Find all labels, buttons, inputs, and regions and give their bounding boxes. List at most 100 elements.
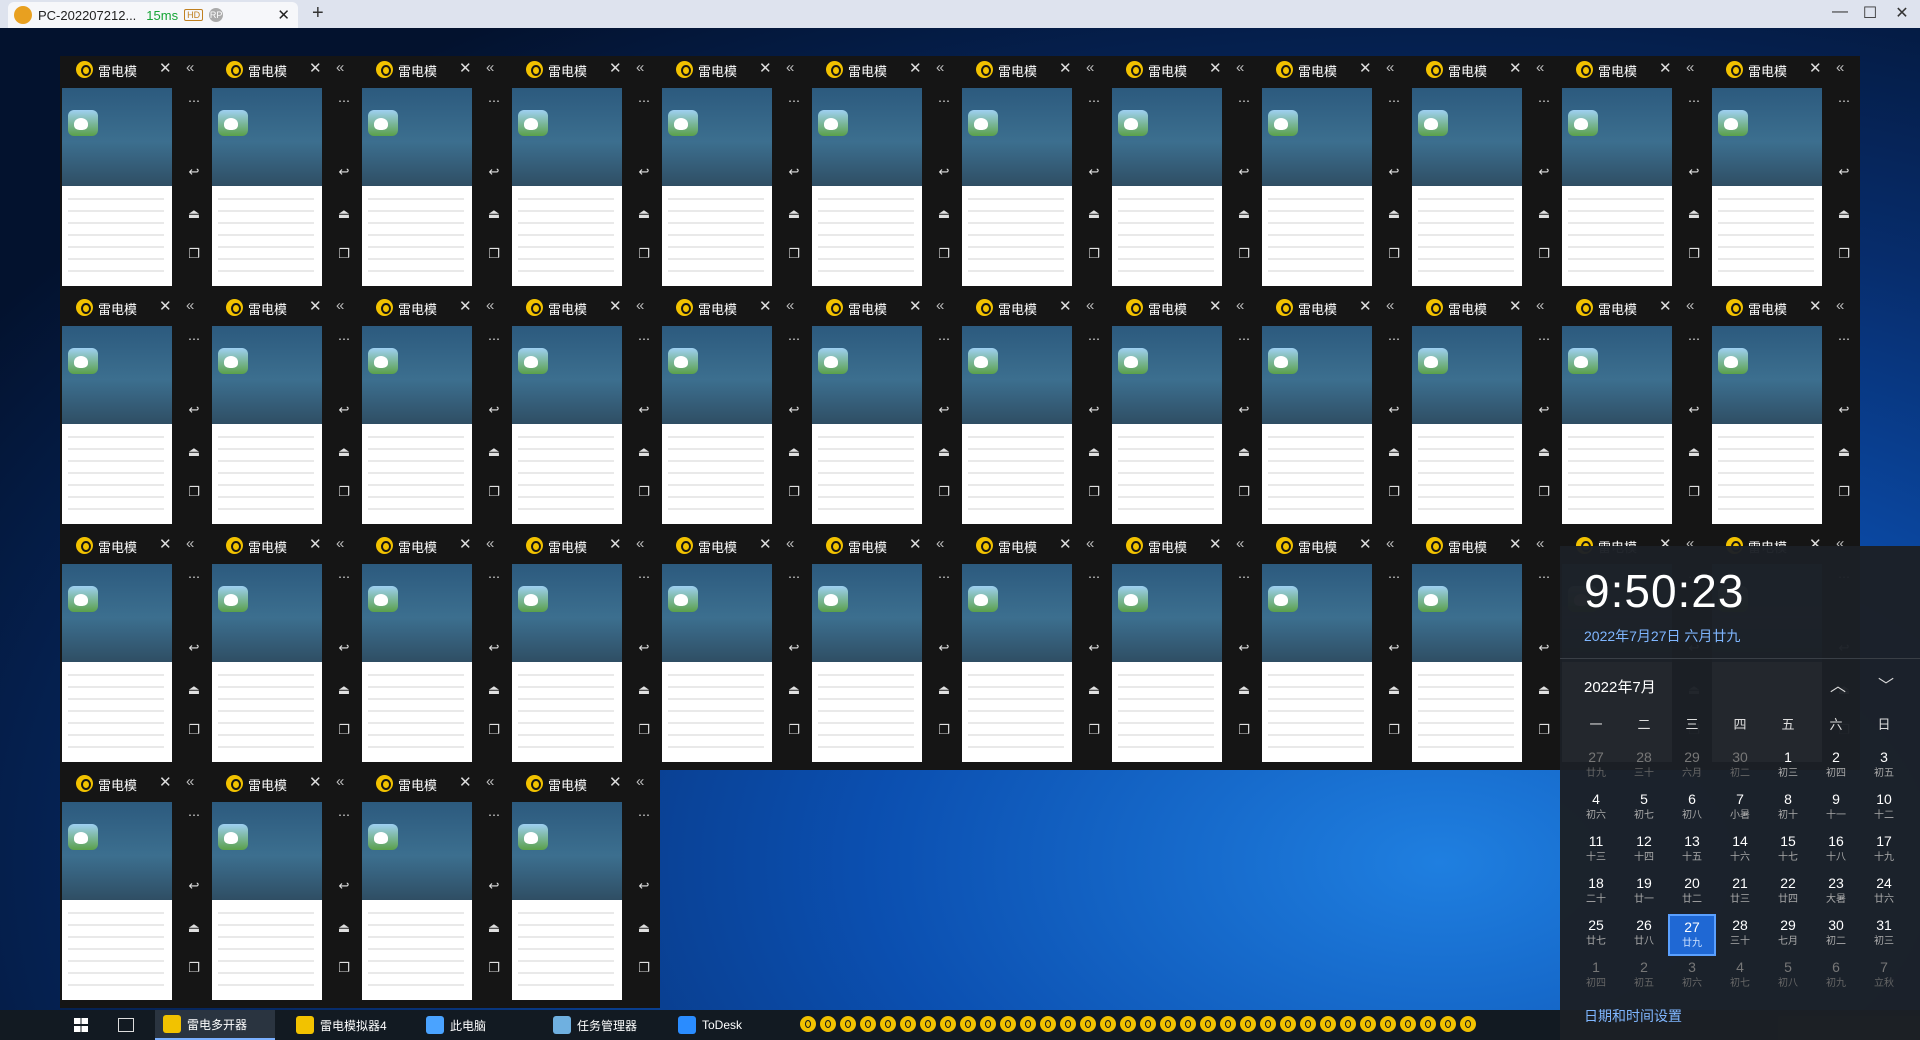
collapse-sidebar-icon[interactable]: «: [786, 535, 794, 552]
ldplayer-taskbar-icon[interactable]: [980, 1016, 996, 1032]
more-menu-icon[interactable]: ⋯: [632, 570, 656, 584]
more-menu-icon[interactable]: ⋯: [332, 808, 356, 822]
home-icon[interactable]: ⏏: [632, 444, 656, 460]
new-tab-button[interactable]: +: [312, 2, 324, 25]
collapse-sidebar-icon[interactable]: «: [186, 773, 194, 790]
collapse-sidebar-icon[interactable]: «: [1236, 59, 1244, 76]
calendar-day-today[interactable]: 27 廿九: [1668, 914, 1716, 956]
back-icon[interactable]: ↩: [782, 640, 806, 656]
more-menu-icon[interactable]: ⋯: [1682, 94, 1706, 108]
emulator-close-icon[interactable]: ✕: [459, 297, 472, 315]
emulator-window[interactable]: 雷电模 ✕ « ⋯ ↩ ⏏ ❐: [360, 770, 510, 1008]
ldplayer-taskbar-icon[interactable]: [1260, 1016, 1276, 1032]
back-icon[interactable]: ↩: [632, 878, 656, 894]
back-icon[interactable]: ↩: [332, 164, 356, 180]
collapse-sidebar-icon[interactable]: «: [486, 297, 494, 314]
emulator-titlebar[interactable]: 雷电模 ✕ «: [1710, 294, 1860, 320]
emulator-window[interactable]: 雷电模 ✕ « ⋯ ↩ ⏏ ❐: [510, 294, 660, 532]
home-icon[interactable]: ⏏: [1532, 444, 1556, 460]
emulator-titlebar[interactable]: 雷电模 ✕ «: [1110, 56, 1260, 82]
calendar-day[interactable]: 6 初八: [1668, 788, 1716, 830]
back-icon[interactable]: ↩: [932, 164, 956, 180]
collapse-sidebar-icon[interactable]: «: [1086, 297, 1094, 314]
ldplayer-taskbar-icon[interactable]: [860, 1016, 876, 1032]
emulator-window[interactable]: 雷电模 ✕ « ⋯ ↩ ⏏ ❐: [60, 532, 210, 770]
emulator-close-icon[interactable]: ✕: [309, 773, 322, 791]
calendar-day[interactable]: 7 立秋: [1860, 956, 1908, 998]
calendar-day[interactable]: 16 十八: [1812, 830, 1860, 872]
calendar-day[interactable]: 28 三十: [1620, 746, 1668, 788]
emulator-titlebar[interactable]: 雷电模 ✕ «: [960, 56, 1110, 82]
calendar-day[interactable]: 24 廿六: [1860, 872, 1908, 914]
back-icon[interactable]: ↩: [332, 402, 356, 418]
back-icon[interactable]: ↩: [482, 878, 506, 894]
recent-apps-icon[interactable]: ❐: [632, 484, 656, 500]
back-icon[interactable]: ↩: [1082, 164, 1106, 180]
collapse-sidebar-icon[interactable]: «: [1386, 59, 1394, 76]
ldplayer-taskbar-icon[interactable]: [900, 1016, 916, 1032]
emulator-close-icon[interactable]: ✕: [459, 773, 472, 791]
calendar-day[interactable]: 22 廿四: [1764, 872, 1812, 914]
home-icon[interactable]: ⏏: [932, 444, 956, 460]
back-icon[interactable]: ↩: [1832, 164, 1856, 180]
emulator-titlebar[interactable]: 雷电模 ✕ «: [60, 294, 210, 320]
ldplayer-taskbar-icon[interactable]: [1060, 1016, 1076, 1032]
emulator-titlebar[interactable]: 雷电模 ✕ «: [1560, 294, 1710, 320]
emulator-window[interactable]: 雷电模 ✕ « ⋯ ↩ ⏏ ❐: [210, 56, 360, 294]
home-icon[interactable]: ⏏: [182, 206, 206, 222]
emulator-screen[interactable]: [1712, 326, 1822, 524]
emulator-window[interactable]: 雷电模 ✕ « ⋯ ↩ ⏏ ❐: [60, 770, 210, 1008]
emulator-titlebar[interactable]: 雷电模 ✕ «: [1710, 56, 1860, 82]
emulator-titlebar[interactable]: 雷电模 ✕ «: [1410, 532, 1560, 558]
emulator-screen[interactable]: [362, 326, 472, 524]
emulator-close-icon[interactable]: ✕: [609, 535, 622, 553]
more-menu-icon[interactable]: ⋯: [1082, 94, 1106, 108]
collapse-sidebar-icon[interactable]: «: [1236, 297, 1244, 314]
calendar-day[interactable]: 7 小暑: [1716, 788, 1764, 830]
back-icon[interactable]: ↩: [1532, 164, 1556, 180]
back-icon[interactable]: ↩: [1532, 640, 1556, 656]
emulator-titlebar[interactable]: 雷电模 ✕ «: [660, 294, 810, 320]
recent-apps-icon[interactable]: ❐: [482, 960, 506, 976]
emulator-screen[interactable]: [212, 564, 322, 762]
emulator-titlebar[interactable]: 雷电模 ✕ «: [1260, 532, 1410, 558]
more-menu-icon[interactable]: ⋯: [182, 94, 206, 108]
tab-close-button[interactable]: ✕: [277, 6, 290, 24]
home-icon[interactable]: ⏏: [1532, 682, 1556, 698]
emulator-close-icon[interactable]: ✕: [609, 59, 622, 77]
recent-apps-icon[interactable]: ❐: [182, 246, 206, 262]
back-icon[interactable]: ↩: [332, 640, 356, 656]
calendar-day[interactable]: 5 初八: [1764, 956, 1812, 998]
rp-badge[interactable]: RP: [209, 8, 224, 22]
more-menu-icon[interactable]: ⋯: [182, 332, 206, 346]
calendar-day[interactable]: 14 十六: [1716, 830, 1764, 872]
back-icon[interactable]: ↩: [932, 640, 956, 656]
back-icon[interactable]: ↩: [182, 164, 206, 180]
collapse-sidebar-icon[interactable]: «: [336, 535, 344, 552]
emulator-titlebar[interactable]: 雷电模 ✕ «: [1410, 294, 1560, 320]
more-menu-icon[interactable]: ⋯: [182, 570, 206, 584]
back-icon[interactable]: ↩: [932, 402, 956, 418]
back-icon[interactable]: ↩: [482, 640, 506, 656]
collapse-sidebar-icon[interactable]: «: [186, 535, 194, 552]
more-menu-icon[interactable]: ⋯: [1082, 570, 1106, 584]
more-menu-icon[interactable]: ⋯: [1532, 570, 1556, 584]
home-icon[interactable]: ⏏: [1682, 444, 1706, 460]
emulator-screen[interactable]: [212, 88, 322, 286]
back-icon[interactable]: ↩: [1532, 402, 1556, 418]
ldplayer-taskbar-icon[interactable]: [800, 1016, 816, 1032]
emulator-screen[interactable]: [662, 326, 772, 524]
emulator-screen[interactable]: [962, 88, 1072, 286]
back-icon[interactable]: ↩: [782, 164, 806, 180]
ldplayer-taskbar-icon[interactable]: [1000, 1016, 1016, 1032]
recent-apps-icon[interactable]: ❐: [1532, 246, 1556, 262]
emulator-window[interactable]: 雷电模 ✕ « ⋯ ↩ ⏏ ❐: [1410, 56, 1560, 294]
chevron-up-icon[interactable]: ︿: [1830, 672, 1846, 696]
home-icon[interactable]: ⏏: [482, 920, 506, 936]
calendar-day[interactable]: 29 六月: [1668, 746, 1716, 788]
emulator-screen[interactable]: [812, 326, 922, 524]
emulator-screen[interactable]: [1712, 88, 1822, 286]
collapse-sidebar-icon[interactable]: «: [486, 773, 494, 790]
collapse-sidebar-icon[interactable]: «: [1386, 297, 1394, 314]
emulator-close-icon[interactable]: ✕: [1809, 59, 1822, 77]
